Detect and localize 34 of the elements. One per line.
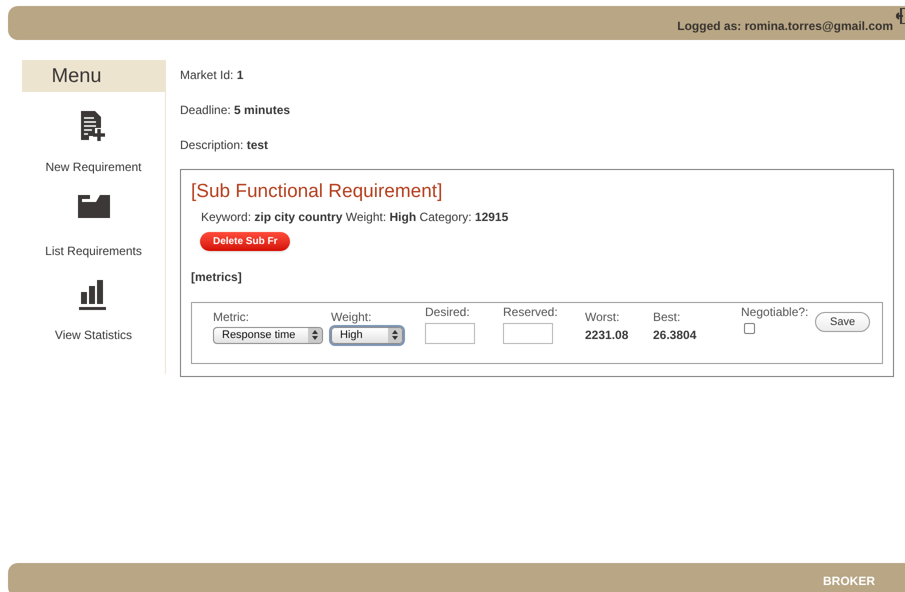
weight-label: Weight: (331, 308, 372, 326)
negotiable-checkbox[interactable] (744, 322, 755, 334)
menu-link[interactable]: List Requirements (45, 242, 142, 260)
menu-link[interactable]: View Statistics (54, 326, 132, 344)
market-info-text: Deadline: 5 minutes (180, 102, 292, 119)
bar-chart-icon (79, 278, 108, 310)
folder-icon (78, 194, 110, 218)
best-label: Best: (653, 308, 682, 326)
document-plus-icon (79, 110, 108, 142)
save-button[interactable]: Save (815, 312, 870, 332)
negotiable-label: Negotiable?: (741, 304, 810, 321)
requirement-details: Keyword: zip city country Weight: High Category: 12915 (201, 208, 510, 226)
metrics-label: [metrics] (191, 268, 243, 286)
menu-link[interactable]: New Requirement (45, 158, 142, 176)
stepper-arrows-icon (392, 330, 398, 340)
reserved-label: Reserved: (503, 304, 559, 321)
reserved-field[interactable] (503, 322, 553, 344)
desired-field[interactable] (425, 322, 475, 344)
market-info-text: Description: test (180, 137, 270, 154)
worst-label: Worst: (585, 308, 620, 326)
delete-button[interactable]: Delete Sub Fr (200, 232, 290, 251)
best-value: 26.3804 (653, 326, 698, 344)
desired-label: Desired: (425, 304, 471, 321)
market-info-text: Market Id: 1 (180, 67, 244, 84)
requirement-title: [Sub Functional Requirement] (191, 180, 444, 204)
metric-label: Metric: (213, 308, 250, 326)
logged-as-text: Logged as: romina.torres@gmail.com (677, 18, 893, 35)
menu-header: Menu (22, 60, 165, 92)
role-label: BROKER (822, 573, 875, 590)
dropdown-select[interactable]: Response time (213, 326, 323, 344)
logout-icon[interactable] (896, 8, 905, 24)
worst-value: 2231.08 (585, 326, 630, 344)
dropdown-select[interactable]: High (331, 326, 403, 344)
stepper-arrows-icon (312, 330, 318, 340)
